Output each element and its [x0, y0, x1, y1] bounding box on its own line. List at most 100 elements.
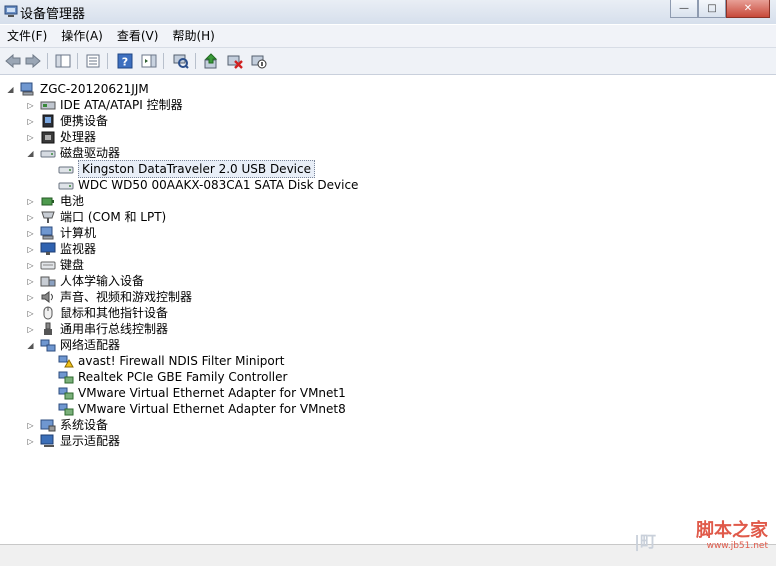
arrow-left-icon: [5, 54, 21, 68]
tree-device[interactable]: WDC WD50 00AAKX-083CA1 SATA Disk Device: [58, 177, 358, 193]
network-card-icon: [58, 386, 74, 400]
tree-category[interactable]: ▷ 人体学输入设备: [26, 273, 144, 289]
expand-arrow-icon[interactable]: ▷: [26, 101, 35, 110]
tree-root[interactable]: ◢ ZGC-20120621JJM: [6, 81, 148, 97]
menu-action[interactable]: 操作(A): [54, 25, 110, 47]
close-button[interactable]: ✕: [726, 0, 770, 18]
expand-arrow-icon[interactable]: ▷: [26, 261, 35, 270]
tree-category[interactable]: ▷ 端口 (COM 和 LPT): [26, 209, 166, 225]
tree-device[interactable]: Kingston DataTraveler 2.0 USB Device: [58, 160, 315, 178]
tree-category-label: 磁盘驱动器: [60, 146, 121, 160]
tree-category[interactable]: ▷ 显示适配器: [26, 433, 120, 449]
menu-help[interactable]: 帮助(H): [165, 25, 221, 47]
title-bar: 设备管理器 — □ ✕: [0, 0, 776, 24]
uninstall-button[interactable]: [226, 52, 244, 70]
device-tree[interactable]: ◢ ZGC-20120621JJM ▷ IDE ATA/ATAPI 控制器 ▷ 便携设…: [0, 76, 776, 544]
ide-controller-icon: [40, 98, 56, 112]
tree-category[interactable]: ▷ 便携设备: [26, 113, 108, 129]
watermark: 脚本之家 www.jb51.net: [696, 520, 768, 552]
tree-category-label: 监视器: [60, 242, 97, 256]
properties-icon: [86, 54, 100, 68]
tree-category-label: 通用串行总线控制器: [60, 322, 169, 336]
portable-device-icon: [40, 114, 56, 128]
tree-category[interactable]: ◢ 网络适配器: [26, 337, 120, 353]
expand-arrow-icon[interactable]: ▷: [26, 213, 35, 222]
keyboard-icon: [40, 258, 56, 272]
tree-category-label: IDE ATA/ATAPI 控制器: [60, 98, 183, 112]
help-button[interactable]: ?: [116, 52, 134, 70]
tree-device[interactable]: avast! Firewall NDIS Filter Miniport: [58, 353, 284, 369]
action-pane-icon: [141, 54, 157, 68]
tree-category[interactable]: ▷ 键盘: [26, 257, 84, 273]
tree-device-label: VMware Virtual Ethernet Adapter for VMne…: [78, 402, 346, 416]
back-button[interactable]: [4, 52, 22, 70]
disable-device-button[interactable]: [250, 52, 268, 70]
forward-button[interactable]: [24, 52, 42, 70]
expand-arrow-icon[interactable]: ▷: [26, 133, 35, 142]
display-adapter-icon: [40, 434, 56, 448]
expand-arrow-icon[interactable]: ▷: [26, 421, 35, 430]
network-warning-icon: [58, 354, 74, 368]
expand-arrow-icon[interactable]: ▷: [26, 197, 35, 206]
tree-category[interactable]: ▷ 计算机: [26, 225, 96, 241]
tree-category[interactable]: ▷ 系统设备: [26, 417, 108, 433]
tree-category[interactable]: ▷ IDE ATA/ATAPI 控制器: [26, 97, 183, 113]
expand-arrow-icon[interactable]: ▷: [26, 277, 35, 286]
computer-icon: [20, 82, 36, 96]
update-driver-icon: [204, 53, 218, 69]
tree-category[interactable]: ▷ 处理器: [26, 129, 96, 145]
action-pane-button[interactable]: [140, 52, 158, 70]
scan-hardware-icon: [173, 54, 189, 69]
tree-category[interactable]: ▷ 鼠标和其他指针设备: [26, 305, 168, 321]
disk-icon: [58, 162, 74, 176]
expand-arrow-icon[interactable]: ▷: [26, 293, 35, 302]
processor-icon: [40, 130, 56, 144]
computer-icon: [40, 226, 56, 240]
tree-category[interactable]: ◢ 磁盘驱动器: [26, 145, 120, 161]
watermark-left: |町: [634, 532, 656, 551]
expand-arrow-icon[interactable]: ▷: [26, 117, 35, 126]
update-driver-button[interactable]: [202, 52, 220, 70]
minimize-button[interactable]: —: [670, 0, 698, 18]
expand-arrow-icon[interactable]: ▷: [26, 245, 35, 254]
disable-device-icon: [251, 55, 267, 69]
tree-category[interactable]: ▷ 电池: [26, 193, 84, 209]
expand-arrow-icon[interactable]: ▷: [26, 229, 35, 238]
system-device-icon: [40, 418, 56, 432]
tree-category-label: 系统设备: [60, 418, 109, 432]
tree-category-label: 计算机: [60, 226, 97, 240]
tree-device-label: WDC WD50 00AAKX-083CA1 SATA Disk Device: [78, 178, 359, 192]
collapse-arrow-icon[interactable]: ◢: [26, 149, 35, 158]
tree-category[interactable]: ▷ 声音、视频和游戏控制器: [26, 289, 192, 305]
watermark-main: 脚本之家: [696, 520, 768, 541]
tree-category-label: 端口 (COM 和 LPT): [60, 210, 167, 224]
tree-category-label: 键盘: [60, 258, 85, 272]
expand-arrow-icon[interactable]: ▷: [26, 325, 35, 334]
expand-arrow-icon[interactable]: ▷: [26, 309, 35, 318]
sound-icon: [40, 290, 56, 304]
tree-device-label: Kingston DataTraveler 2.0 USB Device: [78, 160, 315, 178]
menu-file[interactable]: 文件(F): [0, 25, 54, 47]
tree-device[interactable]: VMware Virtual Ethernet Adapter for VMne…: [58, 401, 346, 417]
help-icon: ?: [117, 53, 133, 69]
toolbar-separator: [195, 53, 196, 69]
minimize-icon: —: [679, 3, 689, 14]
tree-category-label: 电池: [60, 194, 85, 208]
console-tree-icon: [55, 54, 71, 68]
menu-view[interactable]: 查看(V): [110, 25, 166, 47]
show-hide-console-button[interactable]: [54, 52, 72, 70]
collapse-arrow-icon[interactable]: ◢: [26, 341, 35, 350]
expand-arrow-icon[interactable]: ▷: [26, 437, 35, 446]
tree-category-label: 声音、视频和游戏控制器: [60, 290, 193, 304]
watermark-sub: www.jb51.net: [706, 541, 768, 551]
disk-icon: [58, 178, 74, 192]
tree-device[interactable]: Realtek PCIe GBE Family Controller: [58, 369, 287, 385]
tree-category[interactable]: ▷ 监视器: [26, 241, 96, 257]
tree-category[interactable]: ▷ 通用串行总线控制器: [26, 321, 168, 337]
scan-hardware-button[interactable]: [172, 52, 190, 70]
tree-category-label: 网络适配器: [60, 338, 121, 352]
tree-device[interactable]: VMware Virtual Ethernet Adapter for VMne…: [58, 385, 346, 401]
properties-button[interactable]: [84, 52, 102, 70]
collapse-arrow-icon[interactable]: ◢: [6, 85, 15, 94]
maximize-button[interactable]: □: [698, 0, 726, 18]
